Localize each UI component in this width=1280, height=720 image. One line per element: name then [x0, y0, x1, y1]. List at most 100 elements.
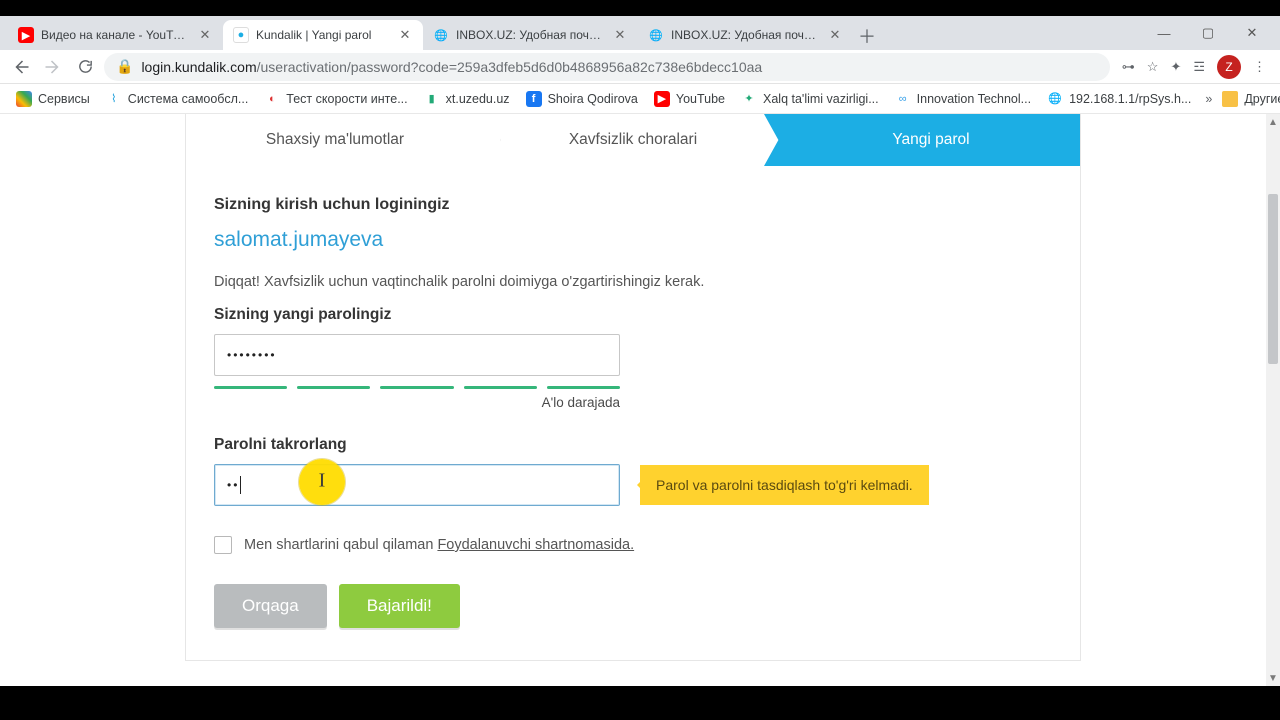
login-value: salomat.jumayeva [214, 228, 1052, 252]
youtube-icon: ▶ [18, 27, 34, 43]
youtube-icon: ▶ [654, 91, 670, 107]
facebook-icon: f [526, 91, 542, 107]
close-icon[interactable]: ✕ [827, 27, 843, 43]
bookmark-label: Система самообсл... [128, 92, 249, 106]
step-password[interactable]: Yangi parol [782, 114, 1080, 166]
bookmark-label: xt.uzedu.uz [446, 92, 510, 106]
step-label: Xavfsizlik choralari [569, 131, 697, 149]
bookmark-overflow[interactable]: » [1205, 92, 1212, 106]
scroll-up-icon[interactable]: ▲ [1266, 114, 1280, 130]
kebab-menu-icon[interactable]: ⋮ [1253, 59, 1266, 75]
globe-icon: 🌐 [433, 27, 449, 43]
button-row: Orqaga Bajarildi! [214, 584, 1052, 628]
other-bookmarks[interactable]: Другие закладки [1216, 87, 1280, 111]
globe-icon: 🌐 [1047, 91, 1063, 107]
bookmark-item[interactable]: ▶ YouTube [648, 87, 731, 111]
bookmark-label: Shoira Qodirova [548, 92, 638, 106]
key-icon[interactable]: ⊶ [1122, 59, 1135, 75]
kundalik-icon: ● [233, 27, 249, 43]
extensions-icon[interactable]: ✦ [1170, 59, 1181, 75]
step-security[interactable]: Xavfsizlik choralari [484, 114, 782, 166]
folder-icon [1222, 91, 1238, 107]
tab-title: INBOX.UZ: Удобная почта zubay [456, 28, 605, 42]
step-personal[interactable]: Shaxsiy ma'lumotlar [186, 114, 484, 166]
new-password-input[interactable]: •••••••• [214, 334, 620, 376]
notice-text: Diqqat! Xavfsizlik uchun vaqtinchalik pa… [214, 274, 1052, 290]
vertical-scrollbar[interactable]: ▲ ▼ [1266, 114, 1280, 686]
browser-tabstrip: ▶ Видео на канале - YouTube Studio ✕ ● K… [0, 16, 1280, 50]
tab-kundalik[interactable]: ● Kundalik | Yangi parol ✕ [223, 20, 423, 50]
letterbox-top [0, 0, 1280, 16]
cursor-highlight-icon [299, 459, 345, 505]
profile-avatar[interactable]: Z [1217, 55, 1241, 79]
new-password-label: Sizning yangi parolingiz [214, 306, 1052, 324]
back-button[interactable] [8, 54, 34, 80]
scroll-down-icon[interactable]: ▼ [1266, 670, 1280, 686]
tab-inbox-2[interactable]: 🌐 INBOX.UZ: Удобная почта zubay ✕ [638, 20, 853, 50]
bars-icon: ▮ [424, 91, 440, 107]
arrow-left-icon [12, 58, 30, 76]
button-label: Orqaga [242, 596, 299, 616]
close-icon[interactable]: ✕ [612, 27, 628, 43]
forward-button[interactable] [40, 54, 66, 80]
apps-icon [16, 91, 32, 107]
address-bar[interactable]: 🔒 login.kundalik.com/useractivation/pass… [104, 53, 1110, 81]
star-icon[interactable]: ☆ [1147, 59, 1159, 75]
done-button[interactable]: Bajarildi! [339, 584, 460, 628]
browser-toolbar: 🔒 login.kundalik.com/useractivation/pass… [0, 50, 1280, 84]
speed-icon: ◐ [264, 91, 280, 107]
maximize-button[interactable]: ▢ [1194, 25, 1222, 41]
confirm-password-input[interactable]: •• [214, 464, 620, 506]
close-window-button[interactable]: ✕ [1238, 25, 1266, 41]
login-heading: Sizning kirish uchun loginingiz [214, 196, 1052, 214]
new-tab-button[interactable]: ＋ [853, 22, 881, 50]
window-controls: — ▢ ✕ [1150, 16, 1276, 50]
bookmark-label: Сервисы [38, 92, 90, 106]
bookmark-item[interactable]: ▮ xt.uzedu.uz [418, 87, 516, 111]
terms-text: Men shartlarini qabul qilaman Foydalanuv… [244, 537, 634, 553]
bookmark-item[interactable]: 🌐192.168.1.1/rpSys.h... [1041, 87, 1197, 111]
arrow-right-icon [44, 58, 62, 76]
close-icon[interactable]: ✕ [197, 27, 213, 43]
uz-icon: ✦ [741, 91, 757, 107]
infinity-icon: ∞ [895, 91, 911, 107]
activation-card: Shaxsiy ma'lumotlar Xavfsizlik choralari… [185, 114, 1081, 661]
bookmark-label: Другие закладки [1244, 92, 1280, 106]
scrollbar-thumb[interactable] [1268, 194, 1278, 364]
minimize-button[interactable]: — [1150, 26, 1178, 41]
reload-button[interactable] [72, 54, 98, 80]
tab-youtube-studio[interactable]: ▶ Видео на канале - YouTube Studio ✕ [8, 20, 223, 50]
bookmark-item[interactable]: ⌇ Система самообсл... [100, 87, 255, 111]
password-strength-meter [214, 386, 620, 389]
terms-link[interactable]: Foydalanuvchi shartnomasida. [437, 537, 634, 553]
tab-inbox-1[interactable]: 🌐 INBOX.UZ: Удобная почта zubay ✕ [423, 20, 638, 50]
bookmark-item[interactable]: f Shoira Qodirova [520, 87, 644, 111]
password-strength-label: A'lo darajada [214, 395, 620, 410]
confirm-password-label: Parolni takrorlang [214, 436, 1052, 454]
bookmark-label: Innovation Technol... [917, 92, 1031, 106]
step-label: Shaxsiy ma'lumotlar [266, 131, 404, 149]
password-mask: •••••••• [227, 348, 277, 362]
password-mask: •• [227, 478, 239, 492]
terms-row: Men shartlarini qabul qilaman Foydalanuv… [214, 536, 1052, 554]
bookmark-label: YouTube [676, 92, 725, 106]
wifi-icon: ⌇ [106, 91, 122, 107]
button-label: Bajarildi! [367, 596, 432, 616]
close-icon[interactable]: ✕ [397, 27, 413, 43]
reload-icon [77, 58, 94, 75]
letterbox-bottom [0, 686, 1280, 720]
globe-icon: 🌐 [648, 27, 664, 43]
tab-title: INBOX.UZ: Удобная почта zubay [671, 28, 820, 42]
bookmark-item[interactable]: ◐Тест скорости инте... [258, 87, 413, 111]
lock-icon: 🔒 [116, 58, 133, 75]
password-mismatch-tooltip: Parol va parolni tasdiqlash to'g'ri kelm… [640, 465, 929, 505]
tab-title: Видео на канале - YouTube Studio [41, 28, 190, 42]
bookmarks-bar: Сервисы ⌇ Система самообсл... ◐Тест скоро… [0, 84, 1280, 114]
bookmark-apps[interactable]: Сервисы [10, 87, 96, 111]
bookmark-item[interactable]: ∞ Innovation Technol... [889, 87, 1037, 111]
reading-list-icon[interactable]: ☲ [1193, 59, 1205, 75]
text-cursor [240, 476, 241, 494]
back-button[interactable]: Orqaga [214, 584, 327, 628]
bookmark-item[interactable]: ✦Xalq ta'limi vazirligi... [735, 87, 885, 111]
terms-checkbox[interactable] [214, 536, 232, 554]
